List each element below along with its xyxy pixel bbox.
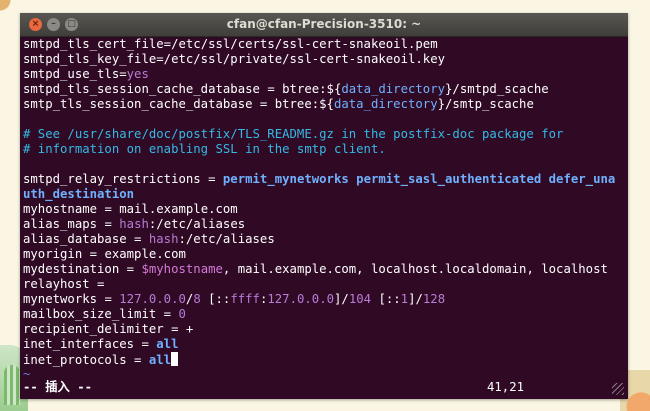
editor-line: smtpd_relay_restrictions = permit_mynetw…: [23, 172, 628, 187]
editor-token: = +: [163, 322, 194, 336]
editor-line: myhostname = mail.example.com: [23, 202, 628, 217]
editor-line: myorigin = example.com: [23, 247, 628, 262]
editor-token: smtpd_use_tls: [23, 67, 120, 81]
editor-token: smtpd_tls_session_cache_database: [23, 82, 260, 96]
editor-token: inet_interfaces: [23, 337, 135, 351]
editor-token: 0: [178, 307, 186, 321]
text-cursor: [171, 352, 179, 366]
editor-line: mynetworks = 127.0.0.0/8 [::ffff:127.0.0…: [23, 292, 628, 307]
editor-token: 127.0.0.0: [267, 292, 335, 306]
editor-token: 8: [193, 292, 201, 306]
editor-token: ffff: [230, 292, 260, 306]
editor-token: 104: [348, 292, 372, 306]
editor-token: =/etc/ssl/certs/ssl-cert-snakeoil.pem: [163, 37, 438, 51]
vim-status-line: -- 插入 -- 41,21: [23, 380, 622, 395]
editor-token: =: [119, 262, 142, 276]
editor-token: =: [134, 337, 157, 351]
editor-line: smtp_tls_session_cache_database = btree:…: [23, 97, 628, 112]
editor-token: myorigin: [23, 247, 83, 261]
editor-token: all: [156, 337, 179, 351]
editor-line: # information on enabling SSL in the smt…: [23, 142, 628, 157]
editor-line: alias_maps = hash:/etc/aliases: [23, 217, 628, 232]
vim-editor-buffer[interactable]: smtpd_tls_cert_file=/etc/ssl/certs/ssl-c…: [20, 37, 628, 399]
editor-token: hash: [148, 232, 179, 246]
editor-token: :/etc/aliases: [148, 217, 246, 231]
editor-token: data_directory: [333, 97, 438, 111]
editor-token: inet_protocols: [23, 353, 127, 367]
editor-token: ]/: [408, 292, 423, 306]
editor-token: }/smtp_scache: [437, 97, 534, 111]
editor-token: alias_database: [23, 232, 127, 246]
editor-token: 127.0.0.0: [119, 292, 186, 306]
editor-token: alias_maps: [23, 217, 98, 231]
editor-token: mailbox_size_limit: [23, 307, 157, 321]
resize-grip-icon[interactable]: [612, 383, 624, 395]
editor-line: alias_database = hash:/etc/aliases: [23, 232, 628, 247]
editor-token: =: [126, 353, 149, 367]
editor-token: hash: [119, 217, 149, 231]
editor-token: mydestination: [23, 262, 120, 276]
editor-token: recipient_delimiter: [23, 322, 164, 336]
terminal-window: × – □ cfan@cfan-Precision-3510: ~ smtpd_…: [20, 13, 628, 399]
editor-line: recipient_delimiter = +: [23, 322, 628, 337]
editor-token: =/etc/ssl/private/ssl-cert-snakeoil.key: [156, 52, 445, 66]
editor-token: yes: [126, 67, 149, 81]
wallpaper-decoration-top-left: [0, 0, 20, 14]
editor-token: [::: [371, 292, 401, 306]
editor-token: smtp_tls_session_cache_database: [23, 97, 253, 111]
editor-line: uth_destination: [23, 187, 628, 202]
editor-line: mailbox_size_limit = 0: [23, 307, 628, 322]
editor-line: inet_protocols = all: [23, 352, 628, 367]
editor-token: =: [97, 292, 120, 306]
editor-token: ]/: [334, 292, 349, 306]
editor-token: relayhost: [23, 277, 90, 291]
editor-line: smtpd_use_tls=yes: [23, 67, 628, 82]
editor-line: smtpd_tls_cert_file=/etc/ssl/certs/ssl-c…: [23, 37, 628, 52]
editor-token: =: [89, 277, 105, 291]
editor-token: ~: [23, 367, 31, 381]
editor-token: smtpd_tls_cert_file: [23, 37, 164, 51]
editor-line: mydestination = $myhostname, mail.exampl…: [23, 262, 628, 277]
editor-line: # See /usr/share/doc/postfix/TLS_README.…: [23, 127, 628, 142]
editor-token: smtpd_tls_key_file: [23, 52, 157, 66]
editor-token: =: [119, 67, 127, 81]
editor-token: all: [148, 353, 172, 367]
editor-token: = btree:${: [252, 97, 334, 111]
insert-mode-indicator: -- 插入 --: [23, 380, 93, 394]
editor-line: smtpd_tls_session_cache_database = btree…: [23, 82, 628, 97]
editor-token: =: [97, 217, 120, 231]
editor-token: 1: [400, 292, 409, 306]
editor-token: = example.com: [82, 247, 186, 261]
editor-token: =: [200, 172, 223, 186]
editor-token: data_directory: [341, 82, 446, 96]
editor-token: myhostname: [23, 202, 98, 216]
editor-token: = btree:${: [259, 82, 342, 96]
editor-token: 128: [422, 292, 446, 306]
editor-token: [::: [200, 292, 231, 306]
window-title: cfan@cfan-Precision-3510: ~: [226, 17, 422, 31]
title-bar[interactable]: × – □ cfan@cfan-Precision-3510: ~: [20, 13, 628, 37]
editor-token: $myhostname: [141, 262, 223, 276]
editor-token: , mail.example.com, localhost.localdomai…: [222, 262, 608, 276]
editor-token: uth_destination: [23, 187, 135, 201]
editor-line: smtpd_tls_key_file=/etc/ssl/private/ssl-…: [23, 52, 628, 67]
editor-token: # See /usr/share/doc/postfix/TLS_README.…: [23, 127, 564, 141]
editor-token: :/etc/aliases: [178, 232, 275, 246]
editor-token: =: [156, 307, 179, 321]
editor-token: # information on enabling SSL in the smt…: [23, 142, 386, 156]
editor-token: =: [126, 232, 149, 246]
editor-token: permit_mynetworks permit_sasl_authentica…: [222, 172, 616, 186]
cursor-position: 41,21: [487, 380, 525, 394]
editor-line: relayhost =: [23, 277, 628, 292]
editor-token: smtpd_relay_restrictions: [23, 172, 201, 186]
editor-line: inet_interfaces = all: [23, 337, 628, 352]
editor-token: = mail.example.com: [97, 202, 238, 216]
editor-token: }/smtpd_scache: [445, 82, 549, 96]
editor-token: mynetworks: [23, 292, 98, 306]
